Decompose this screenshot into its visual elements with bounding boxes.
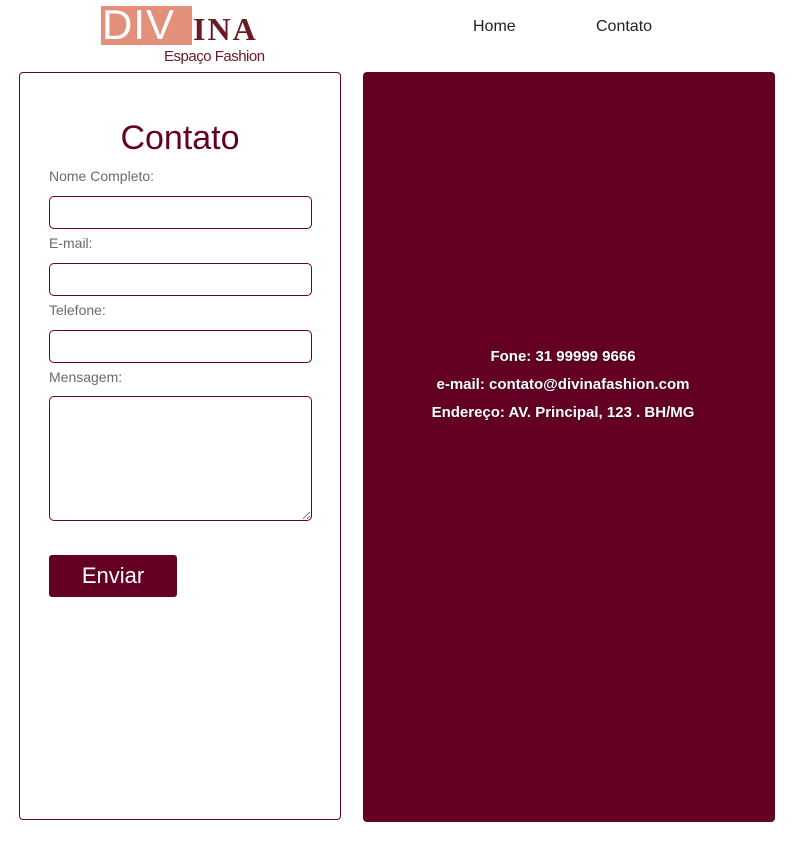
info-email: e-mail: contato@divinafashion.com (436, 376, 690, 393)
name-field[interactable] (49, 196, 312, 229)
info-phone: Fone: 31 99999 9666 (490, 348, 636, 365)
info-address: Endereço: AV. Principal, 123 . BH/MG (431, 404, 695, 421)
email-label: E-mail: (49, 235, 93, 251)
email-field[interactable] (49, 263, 312, 296)
message-field[interactable] (49, 396, 312, 521)
contact-info-panel: Fone: 31 99999 9666 e-mail: contato@divi… (363, 72, 775, 822)
nav-link-contato[interactable]: Contato (596, 18, 652, 36)
nav-link-home[interactable]: Home (473, 18, 516, 36)
message-label: Mensagem: (49, 369, 123, 385)
name-label: Nome Completo: (49, 168, 155, 184)
brand-logo[interactable]: DIV INA Espaço Fashion (101, 1, 265, 69)
contact-form-panel: Contato Nome Completo: E-mail: Telefone:… (19, 72, 341, 820)
phone-label: Telefone: (49, 302, 106, 318)
form-title: Contato (120, 119, 240, 157)
phone-field[interactable] (49, 330, 312, 363)
logo-text-rest: INA (193, 11, 258, 47)
contact-info-block: Fone: 31 99999 9666 e-mail: contato@divi… (363, 343, 763, 427)
logo-text-main: DIV (102, 1, 176, 48)
logo-tagline: Espaço Fashion (164, 48, 265, 65)
submit-button[interactable]: Enviar (49, 555, 177, 597)
